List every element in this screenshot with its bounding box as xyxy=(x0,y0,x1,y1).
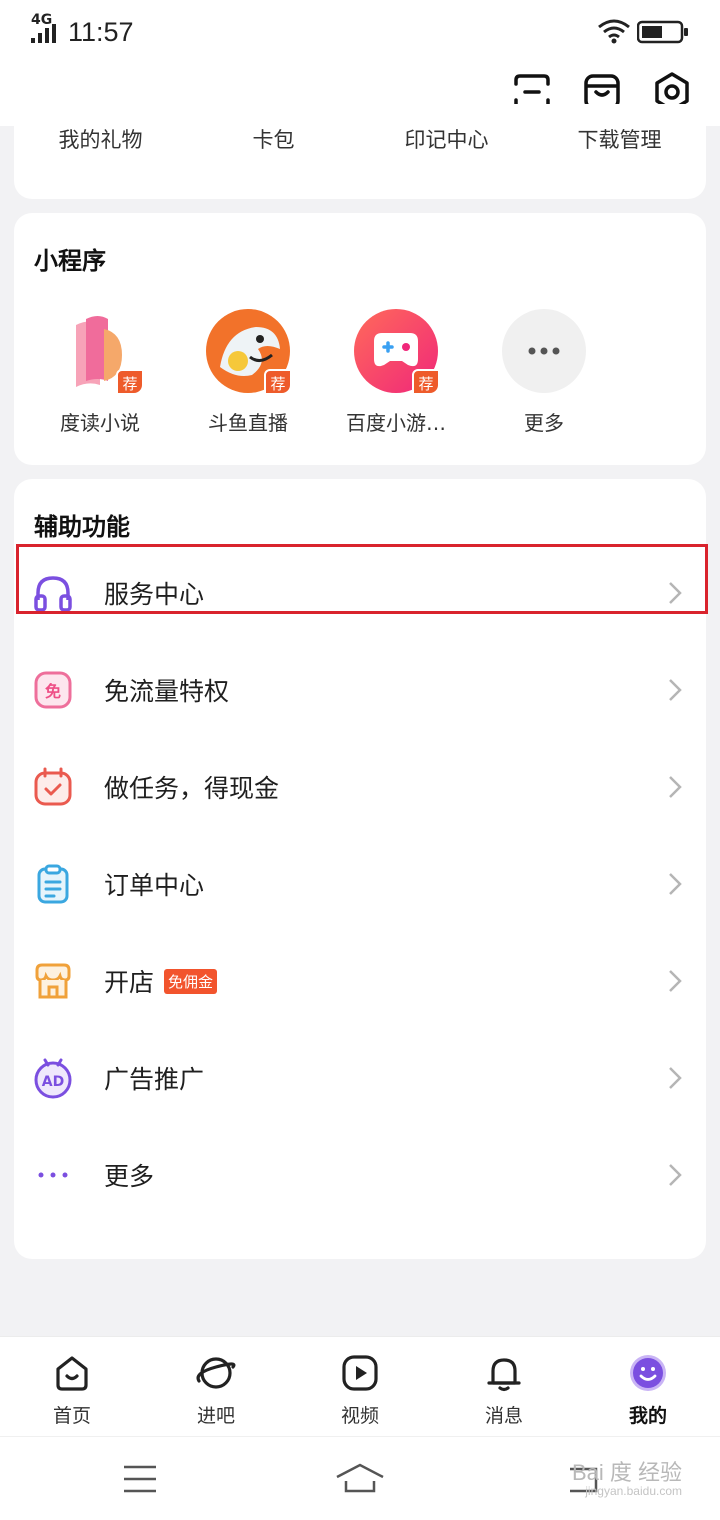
clipboard-icon xyxy=(37,864,69,903)
smiley-profile-icon xyxy=(630,1355,666,1391)
tab-label: 视频 xyxy=(340,1405,379,1427)
chevron-right-icon xyxy=(669,1066,682,1089)
tab-label: 我的 xyxy=(628,1405,667,1427)
clock: 11:57 xyxy=(68,17,134,47)
row-label: 开店 免佣金 xyxy=(104,963,218,999)
bell-icon xyxy=(487,1358,521,1392)
chevron-right-icon xyxy=(669,969,682,992)
tab-home[interactable]: 首页 xyxy=(0,1337,144,1436)
order-center-row[interactable]: 订单中心 xyxy=(14,835,706,932)
mini-program-item[interactable]: 荐 百度小游… xyxy=(322,309,470,436)
row-label: 订单中心 xyxy=(104,870,205,900)
badge-center-shortcut[interactable]: 印记中心 xyxy=(360,124,533,154)
chevron-right-icon xyxy=(669,775,682,798)
recommend-badge: 荐 xyxy=(412,369,440,395)
tab-label: 首页 xyxy=(52,1405,91,1427)
gift-shortcuts-card: 我的礼物 卡包 印记中心 下载管理 xyxy=(14,104,706,199)
annotation-highlight-box xyxy=(16,544,708,614)
open-store-row[interactable]: 开店 免佣金 xyxy=(14,932,706,1029)
battery-icon xyxy=(637,20,688,44)
tab-profile[interactable]: 我的 xyxy=(576,1337,720,1436)
chevron-right-icon xyxy=(669,872,682,895)
status-bar: 4G 11:57 xyxy=(0,0,720,64)
mini-program-label: 斗鱼直播 xyxy=(208,411,288,435)
more-functions-row[interactable]: 更多 xyxy=(14,1126,706,1223)
card-pack-shortcut[interactable]: 卡包 xyxy=(187,124,360,154)
signal-icon xyxy=(31,24,56,43)
ad-icon-text: AD xyxy=(42,1074,64,1090)
more-dots-icon xyxy=(502,309,586,393)
row-label: 更多 xyxy=(104,1161,155,1191)
tab-label: 进吧 xyxy=(196,1405,235,1427)
mini-programs-card: 小程序 荐 度读小说 荐 斗鱼直播 荐 百度小游… 更多 xyxy=(14,213,706,465)
free-data-row[interactable]: 免 免流量特权 xyxy=(14,641,706,738)
planet-icon xyxy=(196,1357,236,1389)
more-dots-icon xyxy=(38,1172,68,1177)
chevron-right-icon xyxy=(669,678,682,701)
section-title: 小程序 xyxy=(34,247,106,275)
wifi-icon xyxy=(598,19,630,44)
shop-icon xyxy=(35,963,71,998)
home-button-icon[interactable] xyxy=(334,1459,386,1499)
douyu-app-icon: 荐 xyxy=(206,309,292,395)
tab-messages[interactable]: 消息 xyxy=(432,1337,576,1436)
mini-program-label: 更多 xyxy=(524,411,564,435)
tab-video[interactable]: 视频 xyxy=(288,1337,432,1436)
free-icon-text: 免 xyxy=(45,682,61,701)
home-icon xyxy=(56,1356,88,1391)
watermark-brand: Bai 度 经验 xyxy=(571,1460,682,1485)
commission-free-badge: 免佣金 xyxy=(164,968,218,994)
recommend-badge: 荐 xyxy=(116,369,144,395)
open-store-label: 开店 xyxy=(104,967,155,997)
mini-program-label: 百度小游… xyxy=(346,411,446,435)
row-label: 免流量特权 xyxy=(104,676,230,706)
calendar-check-icon xyxy=(34,767,72,805)
video-play-icon xyxy=(342,1355,378,1391)
tab-forums[interactable]: 进吧 xyxy=(144,1337,288,1436)
task-cash-row[interactable]: 做任务，得现金 xyxy=(14,738,706,835)
mini-program-label: 度读小说 xyxy=(60,411,140,435)
gift-shortcut[interactable]: 我的礼物 xyxy=(14,124,187,154)
free-data-icon: 免 xyxy=(34,671,72,708)
chevron-right-icon xyxy=(669,1163,682,1186)
section-title: 辅助功能 xyxy=(34,513,130,541)
novel-app-icon: 荐 xyxy=(58,309,144,395)
row-label: 广告推广 xyxy=(104,1064,205,1094)
game-controller-icon: 荐 xyxy=(354,309,440,395)
download-manager-shortcut[interactable]: 下载管理 xyxy=(533,124,706,154)
mini-program-more[interactable]: 更多 xyxy=(470,309,618,436)
ad-icon: AD xyxy=(34,1058,72,1098)
watermark-url: jingyan.baidu.com xyxy=(585,1484,682,1498)
recommend-badge: 荐 xyxy=(264,369,292,395)
ad-promotion-row[interactable]: AD 广告推广 xyxy=(14,1029,706,1126)
bottom-tab-bar: 首页 进吧 视频 消息 我的 xyxy=(0,1336,720,1436)
tab-label: 消息 xyxy=(484,1405,523,1427)
menu-icon[interactable] xyxy=(122,1459,158,1499)
mini-program-item[interactable]: 荐 度读小说 xyxy=(26,309,174,436)
row-label: 做任务，得现金 xyxy=(104,773,280,803)
mini-program-item[interactable]: 荐 斗鱼直播 xyxy=(174,309,322,436)
